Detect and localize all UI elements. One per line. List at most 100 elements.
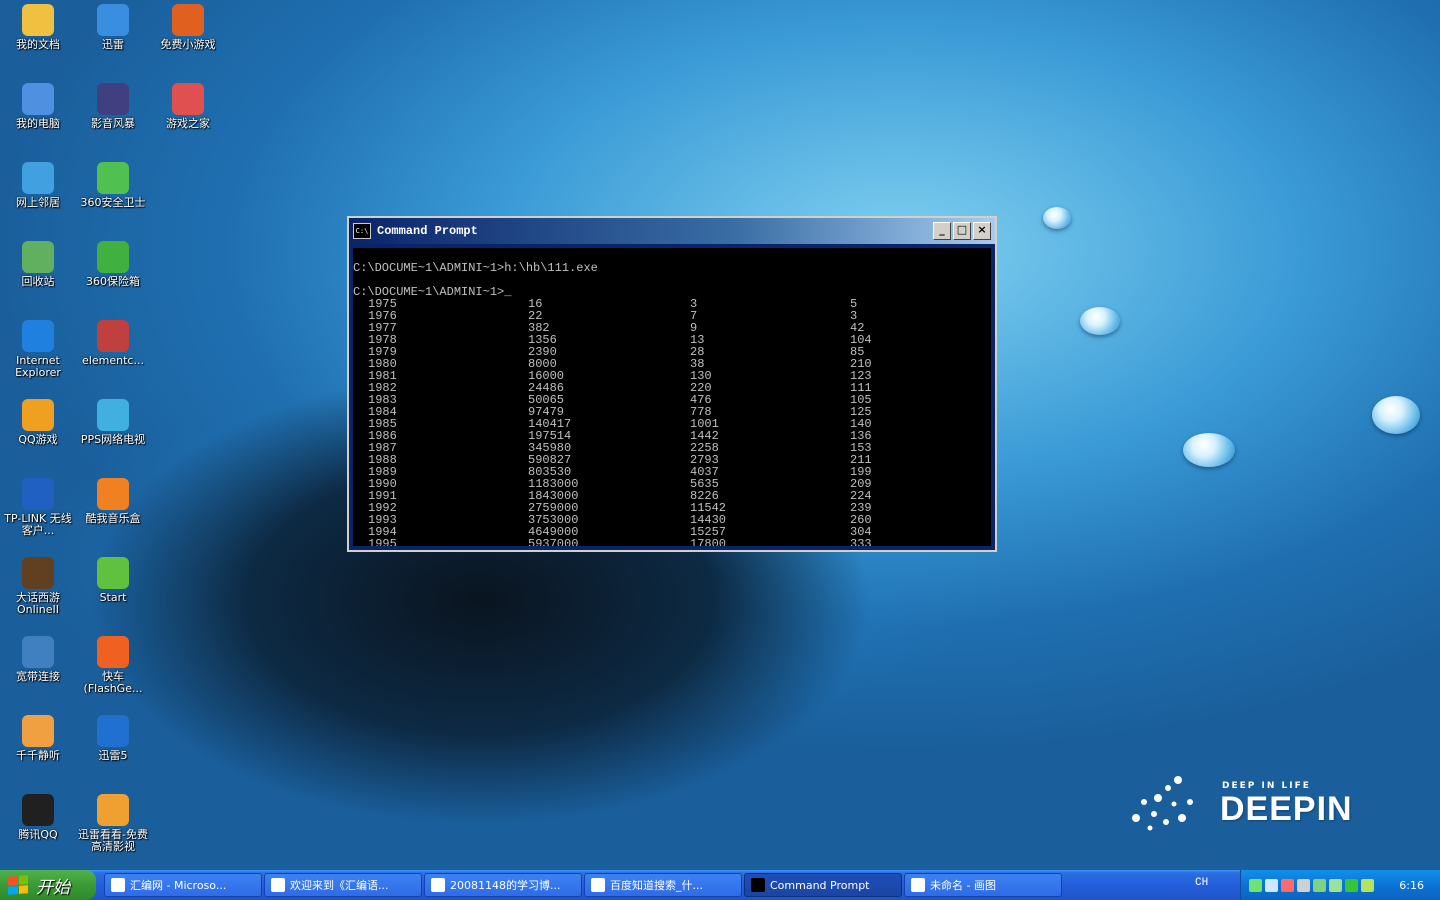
water-drop: [1183, 433, 1235, 467]
table-row: 1986 197514 1442 136: [353, 430, 991, 442]
desktop-icon[interactable]: 大话西游OnlineII: [0, 557, 76, 616]
start-button[interactable]: 开始: [0, 870, 96, 900]
task-buttons: 汇编网 - Microso... 欢迎来到《汇编语... 20081148的学习博.…: [104, 873, 1064, 897]
desktop-icon-label: PPS网络电视: [80, 433, 146, 446]
desktop-icon-label: 我的文档: [16, 38, 60, 51]
desktop-icon[interactable]: 快车(FlashGe...: [75, 636, 151, 695]
taskbar-button-label: Command Prompt: [770, 878, 870, 892]
taskbar-button[interactable]: 欢迎来到《汇编语...: [264, 873, 422, 897]
desktop-icon-label: 宽带连接: [16, 670, 60, 683]
desktop-icon[interactable]: 影音风暴: [75, 83, 151, 130]
desktop-icon[interactable]: 迅雷: [75, 4, 151, 51]
desktop-icon[interactable]: 网上邻居: [0, 162, 76, 209]
desktop-icon-label: 免费小游戏: [160, 38, 216, 51]
console-output[interactable]: C:\DOCUME~1\ADMINI~1>h:\hb\111.exe C:\DO…: [353, 248, 991, 546]
window-titlebar[interactable]: C:\ Command Prompt _ □ ×: [349, 218, 995, 244]
table-cell: 130: [690, 369, 712, 383]
desktop-icon[interactable]: 宽带连接: [0, 636, 76, 683]
desktop-icon[interactable]: 我的电脑: [0, 83, 76, 130]
battery-icon[interactable]: [1329, 878, 1342, 892]
desktop-icon[interactable]: 酷我音乐盒: [75, 478, 151, 525]
window-icon: [111, 878, 125, 892]
desktop-icon[interactable]: 360保险箱: [75, 241, 151, 288]
minimize-button[interactable]: _: [933, 222, 951, 240]
window-icon: [271, 878, 285, 892]
table-cell: 3: [690, 297, 698, 311]
desktop-icon[interactable]: Start: [75, 557, 151, 604]
desktop-icon[interactable]: TP-LINK 无线客户...: [0, 478, 76, 537]
qq-game-icon: [22, 399, 54, 431]
taskbar-button[interactable]: 百度知道搜索_什...: [584, 873, 742, 897]
desktop-icon[interactable]: elementc...: [75, 320, 151, 367]
taskbar: 开始 汇编网 - Microso... 欢迎来到《汇编语... 20081148的学…: [0, 870, 1440, 900]
command-prompt-window[interactable]: C:\ Command Prompt _ □ × C:\DOCUME~1\ADM…: [347, 216, 997, 552]
element-icon: [97, 320, 129, 352]
close-button[interactable]: ×: [973, 222, 991, 240]
deepin-logo-icon: [1132, 776, 1193, 831]
flashget-icon: [97, 636, 129, 668]
wireless-icon[interactable]: [1265, 878, 1278, 892]
desktop-icon-label: Start: [99, 591, 127, 604]
desktop-icon[interactable]: 腾讯QQ: [0, 794, 76, 841]
taskbar-button[interactable]: 未命名 - 画图: [904, 873, 1062, 897]
desktop-icon-label: 网上邻居: [16, 196, 60, 209]
security-icon: [97, 162, 129, 194]
deepin-wordmark: DEEPIN: [1220, 790, 1353, 828]
signal-icon[interactable]: [1249, 878, 1262, 892]
table-row: 1987 345980 2258 153: [353, 442, 991, 454]
table-row: 1988 590827 2793 211: [353, 454, 991, 466]
desktop-icon[interactable]: 免费小游戏: [150, 4, 226, 51]
desktop-icon[interactable]: 我的文档: [0, 4, 76, 51]
table-row: 1991 1843000 8226 224: [353, 490, 991, 502]
volume-icon[interactable]: [1297, 878, 1310, 892]
window-icon: [911, 878, 925, 892]
desktop-icon-label: TP-LINK 无线客户...: [4, 512, 72, 537]
table-row: 1982 24486 220 111: [353, 382, 991, 394]
taskbar-button[interactable]: 汇编网 - Microso...: [104, 873, 262, 897]
desktop-icon[interactable]: 千千静听: [0, 715, 76, 762]
desktop-icon[interactable]: 迅雷看看-免费高清影视: [75, 794, 151, 853]
maximize-button[interactable]: □: [953, 222, 971, 240]
shield-icon[interactable]: [1345, 878, 1358, 892]
desktop-icon-label: 我的电脑: [16, 117, 60, 130]
desktop-icon[interactable]: QQ游戏: [0, 399, 76, 446]
taskbar-button[interactable]: Command Prompt: [744, 873, 902, 897]
language-indicator[interactable]: CH: [1195, 877, 1208, 889]
table-cell: 38: [690, 357, 705, 371]
xunlei-icon: [97, 4, 129, 36]
table-cell: 5: [850, 297, 858, 311]
desktop-icon-label: 360保险箱: [86, 275, 140, 288]
desktop-icon[interactable]: 游戏之家: [150, 83, 226, 130]
table-cell: 5937000: [528, 537, 579, 546]
desktop-icon[interactable]: PPS网络电视: [75, 399, 151, 446]
table-row: 1992 2759000 11542 239: [353, 502, 991, 514]
table-cell: 9: [690, 321, 698, 335]
water-drop: [1043, 207, 1071, 229]
taskbar-button-label: 20081148的学习博...: [450, 879, 561, 892]
table-row: 1985 140417 1001 140: [353, 418, 991, 430]
taskbar-button[interactable]: 20081148的学习博...: [424, 873, 582, 897]
game-dhxy-icon: [22, 557, 54, 589]
windows-logo-icon: [8, 875, 28, 895]
table-cell: 16: [528, 297, 543, 311]
desktop-icon-label: 360安全卫士: [80, 196, 146, 209]
desktop-icon[interactable]: 360安全卫士: [75, 162, 151, 209]
desktop-icon[interactable]: 回收站: [0, 241, 76, 288]
table-cell: 13: [690, 333, 705, 347]
desktop-icon-label: QQ游戏: [18, 433, 58, 446]
table-cell: 220: [690, 381, 712, 395]
table-row: 1976 22 7 3: [353, 310, 991, 322]
wireless-client-icon: [22, 478, 54, 510]
pps-tv-icon: [97, 399, 129, 431]
desktop-icon[interactable]: Internet Explorer: [0, 320, 76, 379]
taskbar-button-label: 未命名 - 画图: [930, 879, 996, 892]
security-tray-icon[interactable]: [1313, 878, 1326, 892]
network-tray-icon[interactable]: [1281, 878, 1294, 892]
window-icon: [591, 878, 605, 892]
clock[interactable]: 6:16: [1399, 879, 1424, 892]
arrow-icon[interactable]: [1361, 878, 1374, 892]
water-drop: [1080, 307, 1120, 335]
table-row: 1977 382 9 42: [353, 322, 991, 334]
desktop-icon[interactable]: 迅雷5: [75, 715, 151, 762]
table-row: 1989 803530 4037 199: [353, 466, 991, 478]
